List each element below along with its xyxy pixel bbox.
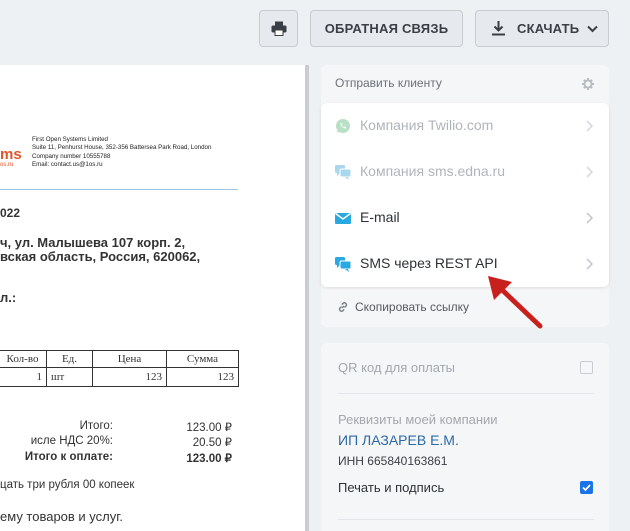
vat-label: исле НДС 20%: [30, 435, 113, 447]
top-toolbar: ОБРАТНАЯ СВЯЗЬ СКАЧАТЬ [0, 0, 630, 58]
chevron-down-icon [587, 25, 598, 32]
send-option-email[interactable]: E-mail [321, 195, 609, 241]
total-value: 123.00 ₽ [186, 422, 232, 434]
address-line-1: ч, ул. Малышева 107 корп. 2, [0, 235, 186, 250]
send-option-edna[interactable]: Компания sms.edna.ru [321, 149, 609, 195]
gear-icon[interactable] [582, 78, 594, 90]
company-logo-fragment: ms [0, 146, 22, 163]
copy-link-label: Скопировать ссылку [355, 300, 470, 314]
stamp-signature-checkbox[interactable] [580, 481, 593, 494]
amount-in-words: цать три рубля 00 копеек [0, 479, 135, 491]
link-icon [338, 302, 348, 312]
red-arrow-annotation [488, 276, 543, 329]
grand-total-value: 123.00 ₽ [186, 453, 232, 465]
send-option-twilio[interactable]: Компания Twilio.com [321, 103, 609, 149]
qr-code-checkbox[interactable] [580, 361, 593, 374]
divider [338, 519, 594, 520]
copy-link-button[interactable]: Скопировать ссылку [337, 300, 469, 314]
chevron-right-icon [586, 258, 594, 270]
my-company-requisites-label: Реквизиты моей компании [338, 412, 498, 427]
recipient-label-fragment: л.: [0, 290, 17, 305]
chat-bubbles-icon [335, 257, 351, 272]
download-label: СКАЧАТЬ [517, 21, 580, 36]
total-label-text: Итого: [79, 420, 113, 432]
company-inn: ИНН 665840163861 [338, 454, 448, 468]
envelope-icon [335, 212, 351, 224]
chevron-right-icon [586, 166, 594, 178]
printer-icon [271, 21, 286, 36]
footer-text: ему товаров и услуг. [0, 509, 124, 524]
company-details: First Open Systems Limited Suite 11, Pen… [32, 136, 212, 169]
send-option-label: SMS через REST API [360, 255, 498, 271]
stamp-signature-label: Печать и подпись [338, 480, 445, 495]
table-row: 1 шт 123 123 [0, 367, 239, 387]
send-option-label: Компания Twilio.com [360, 117, 494, 133]
download-button[interactable]: СКАЧАТЬ [475, 10, 609, 47]
invoice-date-fragment: 022 [0, 206, 21, 220]
send-panel-title: Отправить клиенту [335, 76, 442, 90]
download-icon [492, 21, 505, 36]
items-table: Кол-во Ед. Цена Сумма 1 шт 123 123 [0, 350, 239, 387]
send-option-sms-rest-api[interactable]: SMS через REST API [321, 241, 609, 287]
feedback-button[interactable]: ОБРАТНАЯ СВЯЗЬ [310, 10, 463, 47]
qr-code-label: QR код для оплаты [338, 360, 456, 375]
checkmark-icon [582, 484, 591, 492]
chat-bubbles-icon [335, 165, 351, 180]
whatsapp-icon [336, 119, 350, 133]
print-button[interactable] [259, 10, 298, 47]
address-line-2: вская область, Россия, 620062, [0, 249, 201, 264]
chevron-right-icon [586, 120, 594, 132]
grand-total-label: Итого к оплате: [24, 451, 113, 463]
company-name-link[interactable]: ИП ЛАЗАРЕВ Е.М. [338, 432, 459, 448]
preview-scrollbar[interactable] [305, 65, 309, 531]
header-divider [0, 189, 238, 190]
company-logo-subtext: os.ru [0, 162, 14, 168]
vat-value: 20.50 ₽ [192, 437, 232, 449]
chevron-right-icon [586, 212, 594, 224]
divider [338, 393, 594, 394]
send-option-label: Компания sms.edna.ru [360, 163, 505, 179]
table-header-row: Кол-во Ед. Цена Сумма [0, 350, 239, 368]
send-option-label: E-mail [360, 209, 400, 225]
send-options-list: Компания Twilio.com Компания sms.edna.ru… [321, 103, 609, 287]
